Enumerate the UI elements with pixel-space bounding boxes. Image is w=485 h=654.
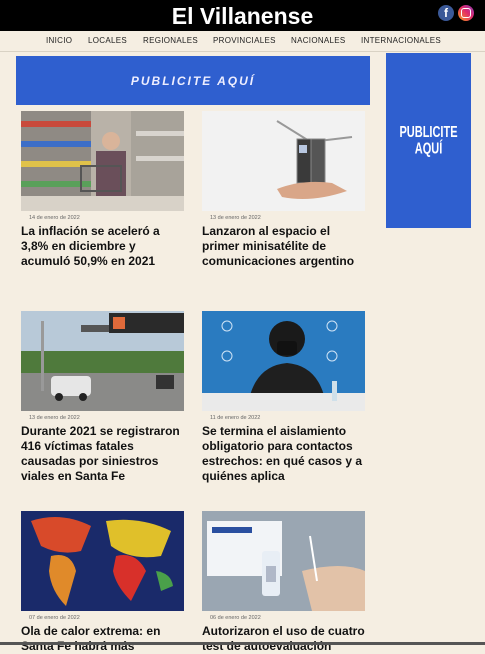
supermarket-photo[interactable] xyxy=(21,111,184,211)
nav-item-nacionales[interactable]: NACIONALES xyxy=(291,36,346,45)
article-headline[interactable]: Se termina el aislamiento obligatorio pa… xyxy=(202,424,365,484)
article-headline[interactable]: Durante 2021 se registraron 416 víctimas… xyxy=(21,424,184,484)
nav-item-internacionales[interactable]: INTERNACIONALES xyxy=(361,36,441,45)
ad-sidebar-text: PUBLICITE AQUÍ xyxy=(399,123,458,158)
article-headline[interactable]: Ola de calor extrema: en Santa Fe habrá … xyxy=(21,624,184,654)
article-headline[interactable]: Autorizaron el uso de cuatro test de aut… xyxy=(202,624,365,654)
main-nav: INICIO LOCALES REGIONALES PROVINCIALES N… xyxy=(0,31,485,52)
nav-item-locales[interactable]: LOCALES xyxy=(88,36,127,45)
heat-map-photo[interactable] xyxy=(21,511,184,611)
nav-item-regionales[interactable]: REGIONALES xyxy=(143,36,198,45)
article-card[interactable]: 14 de enero de 2022 La inflación se acel… xyxy=(21,111,184,269)
satellite-photo[interactable] xyxy=(202,111,365,211)
highway-photo[interactable] xyxy=(21,311,184,411)
ad-sidebar[interactable]: PUBLICITE AQUÍ xyxy=(386,53,471,228)
article-date: 06 de enero de 2022 xyxy=(210,615,261,621)
article-headline[interactable]: La inflación se aceleró a 3,8% en diciem… xyxy=(21,224,184,269)
article-headline[interactable]: Lanzaron al espacio el primer minisatéli… xyxy=(202,224,365,269)
article-date: 07 de enero de 2022 xyxy=(29,615,80,621)
article-card[interactable]: 07 de enero de 2022 Ola de calor extrema… xyxy=(21,511,184,654)
article-card[interactable]: 11 de enero de 2022 Se termina el aislam… xyxy=(202,311,365,484)
ad-banner-text: PUBLICITE AQUÍ xyxy=(130,73,256,88)
site-title[interactable]: El Villanense xyxy=(0,2,485,30)
article-date: 13 de enero de 2022 xyxy=(29,415,80,421)
ad-banner[interactable]: PUBLICITE AQUÍ xyxy=(16,56,370,105)
nav-item-provinciales[interactable]: PROVINCIALES xyxy=(213,36,276,45)
facebook-icon[interactable]: f xyxy=(438,5,454,21)
article-date: 11 de enero de 2022 xyxy=(210,415,261,421)
article-card[interactable]: 06 de enero de 2022 Autorizaron el uso d… xyxy=(202,511,365,654)
article-card[interactable]: 13 de enero de 2022 Lanzaron al espacio … xyxy=(202,111,365,269)
covid-test-photo[interactable] xyxy=(202,511,365,611)
press-conference-photo[interactable] xyxy=(202,311,365,411)
nav-item-inicio[interactable]: INICIO xyxy=(46,36,72,45)
article-date: 14 de enero de 2022 xyxy=(29,215,80,221)
article-date: 13 de enero de 2022 xyxy=(210,215,261,221)
instagram-icon[interactable] xyxy=(458,5,474,21)
article-card[interactable]: 13 de enero de 2022 Durante 2021 se regi… xyxy=(21,311,184,484)
